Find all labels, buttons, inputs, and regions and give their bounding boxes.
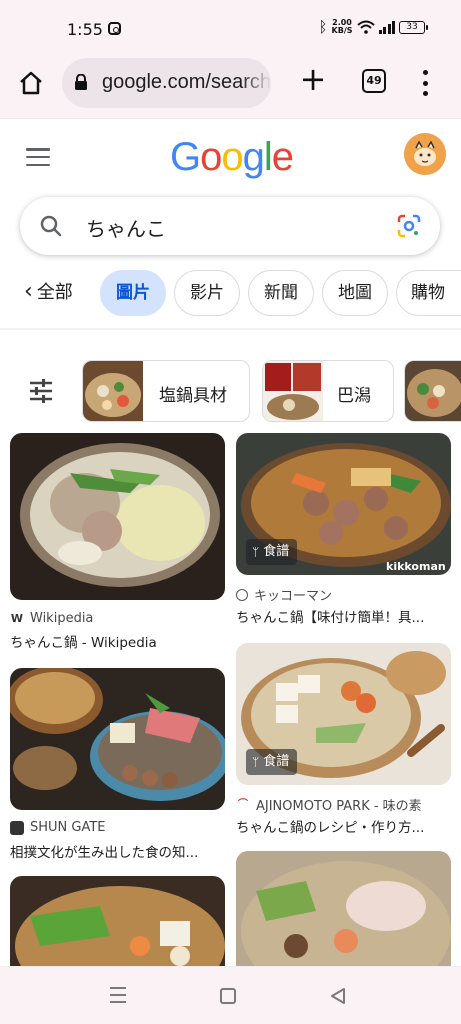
signal-icon — [378, 20, 395, 34]
filter-tune-icon[interactable] — [28, 378, 54, 404]
status-bar: 1:55 ᛒ 2.00 KB/S 33 — [0, 0, 461, 58]
filter-row: 塩鍋具材 巴潟 — [0, 360, 461, 422]
suggestion-thumbnail — [263, 361, 323, 421]
browser-toolbar: google.com/search + 49 — [0, 58, 461, 118]
hamburger-menu-icon[interactable] — [26, 148, 50, 166]
suggestion-thumbnail — [405, 361, 461, 421]
divider — [0, 328, 461, 330]
google-header: Google — [0, 118, 461, 198]
result-image[interactable] — [10, 876, 225, 966]
svg-text:kikkoman: kikkoman — [386, 560, 446, 573]
result-source-label: Wikipedia — [30, 611, 94, 626]
recipe-badge: ᛘ 食譜 — [246, 539, 298, 565]
search-box[interactable]: ちゃんこ — [20, 197, 440, 255]
status-indicators: ᛒ 2.00 KB/S 33 — [318, 18, 428, 36]
chevron-left-icon: ‹ — [24, 278, 33, 304]
bluetooth-icon: ᛒ — [318, 18, 328, 36]
system-home-icon[interactable] — [220, 988, 236, 1004]
ajinomoto-icon: ⌒ — [238, 798, 248, 810]
result-source: SHUN GATE — [10, 820, 106, 835]
suggestion-chip-tomoegata[interactable]: 巴潟 — [262, 360, 394, 422]
suggestion-thumbnail — [83, 361, 143, 421]
tab-videos[interactable]: 影片 — [174, 270, 240, 316]
fork-knife-icon: ᛘ — [252, 545, 260, 559]
image-result[interactable]: W Wikipedia ちゃんこ鍋 - Wikipedia — [10, 433, 225, 653]
result-source: ⌒ AJINOMOTO PARK - 味の素 — [236, 795, 422, 815]
google-logo[interactable]: Google — [170, 135, 294, 180]
image-result[interactable] — [10, 876, 225, 966]
suggestion-chip-more[interactable] — [404, 360, 461, 422]
result-title[interactable]: ちゃんこ鍋【味付け簡単！具... — [236, 606, 451, 626]
result-title[interactable]: ちゃんこ鍋のレシピ・作り方... — [236, 816, 451, 836]
image-result[interactable]: ᛘ 食譜 ⌒ AJINOMOTO PARK - 味の素 ちゃんこ鍋のレシピ・作り… — [236, 643, 451, 838]
tab-switcher-button[interactable]: 49 — [362, 69, 386, 93]
image-result[interactable]: kikkoman ᛘ 食譜 キッコーマン ちゃんこ鍋【味付け簡単！具... — [236, 433, 451, 628]
tab-all-label: 全部 — [36, 282, 73, 303]
result-source: キッコーマン — [236, 585, 332, 604]
result-source-label: SHUN GATE — [30, 820, 106, 835]
new-tab-button[interactable]: + — [299, 63, 327, 95]
wikipedia-icon: W — [10, 611, 24, 625]
battery-icon: 33 — [399, 20, 428, 34]
image-result[interactable] — [236, 851, 451, 966]
url-fade — [241, 58, 271, 108]
recipe-badge-label: 食譜 — [263, 754, 290, 769]
tab-maps[interactable]: 地圖 — [322, 270, 388, 316]
result-image[interactable] — [10, 433, 225, 600]
recent-apps-icon[interactable] — [110, 987, 126, 1003]
search-input[interactable]: ちゃんこ — [86, 213, 166, 242]
network-speed: 2.00 KB/S — [332, 19, 353, 35]
wifi-icon — [356, 20, 375, 34]
status-time: 1:55 — [67, 20, 103, 39]
suggestion-label: 巴潟 — [337, 386, 371, 406]
search-tabs: ‹ 全部 圖片 影片 新聞 地圖 購物 — [0, 270, 461, 316]
suggestion-label: 塩鍋具材 — [159, 386, 227, 406]
google-lens-icon[interactable] — [396, 213, 422, 239]
result-title[interactable]: ちゃんこ鍋 - Wikipedia — [10, 631, 225, 651]
system-back-icon[interactable] — [328, 986, 348, 1006]
url-bar[interactable]: google.com/search — [62, 58, 271, 108]
result-image[interactable] — [236, 851, 451, 966]
instagram-notification-icon — [108, 22, 121, 35]
globe-icon — [236, 588, 248, 601]
result-image[interactable] — [10, 668, 225, 810]
result-source-label: AJINOMOTO PARK - 味の素 — [256, 799, 422, 814]
tab-images[interactable]: 圖片 — [100, 270, 166, 316]
result-title[interactable]: 相撲文化が生み出した食の知... — [10, 841, 225, 861]
net-speed-unit: KB/S — [331, 26, 353, 35]
image-result[interactable]: SHUN GATE 相撲文化が生み出した食の知... — [10, 668, 225, 863]
shun-gate-icon — [10, 820, 24, 835]
search-icon[interactable] — [40, 215, 62, 237]
account-avatar[interactable] — [404, 133, 446, 175]
recipe-badge: ᛘ 食譜 — [246, 749, 298, 775]
suggestion-chip-shio-nabe[interactable]: 塩鍋具材 — [82, 360, 250, 422]
result-source: W Wikipedia — [10, 611, 93, 626]
fork-knife-icon: ᛘ — [252, 755, 260, 769]
result-source-label: キッコーマン — [254, 589, 333, 604]
tab-shopping[interactable]: 購物 — [396, 270, 461, 316]
more-menu-icon[interactable] — [421, 70, 429, 96]
lock-icon — [75, 74, 87, 90]
system-nav-bar — [0, 966, 461, 1024]
recipe-badge-label: 食譜 — [263, 544, 290, 559]
tab-all[interactable]: ‹ 全部 — [24, 278, 73, 304]
home-icon[interactable] — [18, 70, 44, 96]
tab-news[interactable]: 新聞 — [248, 270, 314, 316]
